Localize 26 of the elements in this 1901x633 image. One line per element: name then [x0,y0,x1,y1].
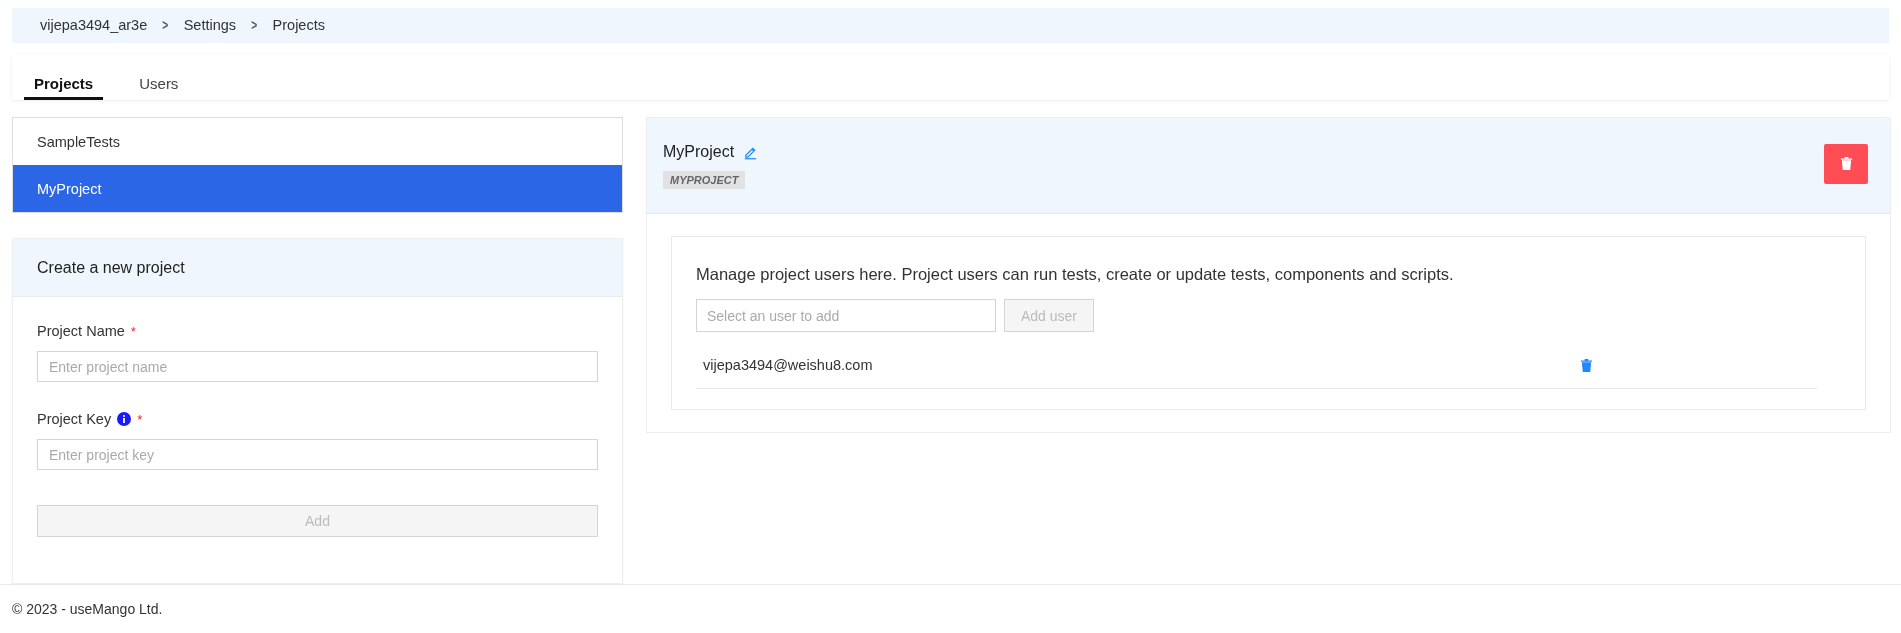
chevron-icon: > [162,17,169,34]
project-list-item[interactable]: SampleTests [13,118,622,166]
user-email: vijepa3494@weishu8.com [703,357,874,374]
project-list-item[interactable]: MyProject [13,165,622,213]
breadcrumb-item[interactable]: vijepa3494_ar3e [40,17,148,34]
card-title: Create a new project [37,258,185,277]
footer-text: © 2023 - useMango Ltd. [12,601,163,618]
info-icon[interactable] [117,412,132,427]
breadcrumb-item[interactable]: Projects [272,17,325,34]
project-key-tag: MYPROJECT [663,170,746,189]
trash-icon[interactable] [1580,357,1593,373]
input-field[interactable]: Enter project name [37,351,598,383]
field-label: Project Key [37,411,112,428]
breadcrumb-item[interactable]: Settings [183,17,237,34]
required-mark: * [130,323,136,339]
project-title: MyProject [663,142,735,161]
user-select-field[interactable]: Select an user to add [696,299,996,333]
chevron-icon: > [251,17,258,34]
tab[interactable]: Users [127,54,191,101]
field-label: Project Name [37,323,125,340]
required-mark: * [137,411,143,427]
description-text: Manage project users here. Project users can run tests, create or update tests, components and scripts. [696,265,1455,285]
trash-icon [1839,156,1853,172]
delete-button[interactable] [1824,143,1868,184]
input-field[interactable]: Enter project key [37,439,598,471]
tab[interactable]: Projects [24,54,104,101]
